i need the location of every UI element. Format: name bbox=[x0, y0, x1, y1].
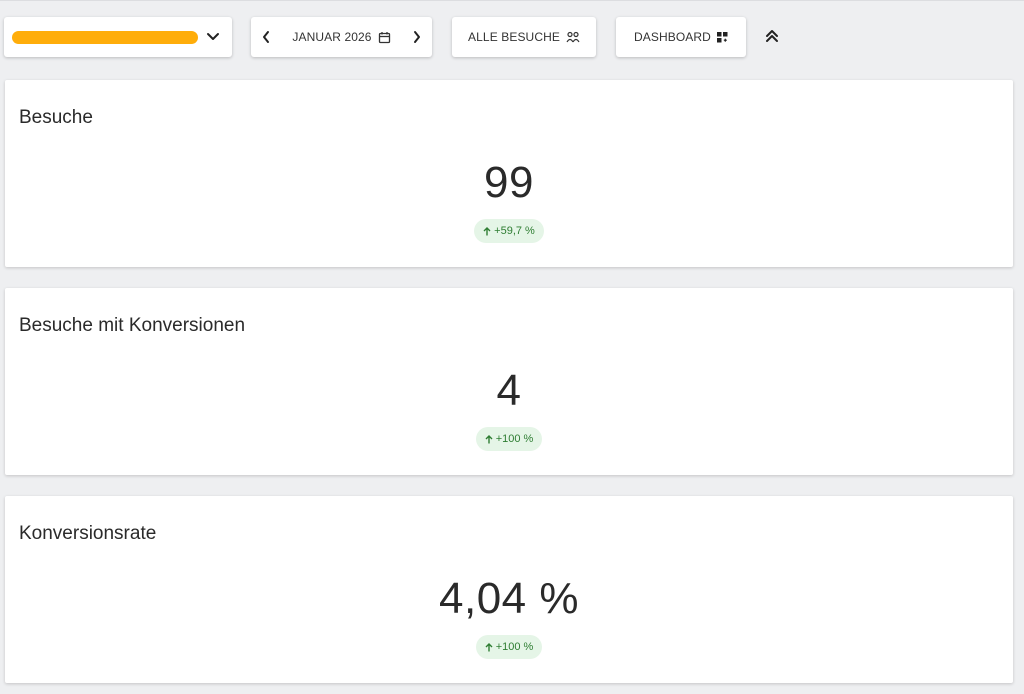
arrow-up-icon bbox=[485, 434, 493, 444]
dashboard-button[interactable]: DASHBOARD bbox=[616, 17, 746, 57]
card-title: Besuche bbox=[19, 107, 93, 128]
redacted-selector-value bbox=[12, 30, 198, 44]
calendar-icon bbox=[378, 31, 391, 44]
card-value: 99 bbox=[484, 158, 534, 207]
card-title: Besuche mit Konversionen bbox=[19, 315, 246, 336]
change-badge: +100 % bbox=[475, 635, 543, 659]
dashboard-label: DASHBOARD bbox=[634, 30, 711, 44]
change-value: +100 % bbox=[495, 641, 534, 653]
chevron-right-icon[interactable] bbox=[412, 30, 422, 44]
change-value: +59,7 % bbox=[494, 225, 535, 237]
dashboard-grid-icon bbox=[716, 31, 728, 43]
all-visits-button[interactable]: ALLE BESUCHE bbox=[452, 17, 596, 57]
arrow-up-icon bbox=[485, 642, 493, 652]
kpi-card-conversion-rate: Konversionsrate 4,04 % +100 % bbox=[5, 496, 1013, 683]
change-badge: +100 % bbox=[475, 427, 543, 451]
site-selector-dropdown[interactable] bbox=[4, 17, 232, 57]
card-title: Konversionsrate bbox=[19, 523, 157, 544]
kpi-card-visits-with-conversions: Besuche mit Konversionen 4 +100 % bbox=[5, 288, 1013, 475]
all-visits-label: ALLE BESUCHE bbox=[468, 30, 560, 44]
arrow-up-icon bbox=[483, 226, 491, 236]
month-navigator: JANUAR 2026 bbox=[251, 17, 432, 57]
toolbar: JANUAR 2026 ALLE BESUCHE DASHBOARD bbox=[0, 0, 1024, 72]
people-group-icon bbox=[566, 31, 580, 43]
change-value: +100 % bbox=[495, 433, 534, 445]
chevron-left-icon[interactable] bbox=[261, 30, 271, 44]
card-value: 4,04 % bbox=[439, 574, 579, 623]
change-badge: +59,7 % bbox=[474, 219, 544, 243]
chevron-down-icon bbox=[206, 32, 220, 42]
month-label: JANUAR 2026 bbox=[292, 30, 372, 44]
month-picker-button[interactable]: JANUAR 2026 bbox=[292, 30, 390, 44]
card-value: 4 bbox=[496, 366, 522, 415]
double-chevron-up-icon[interactable] bbox=[760, 23, 784, 49]
kpi-card-visits: Besuche 99 +59,7 % bbox=[5, 80, 1013, 267]
